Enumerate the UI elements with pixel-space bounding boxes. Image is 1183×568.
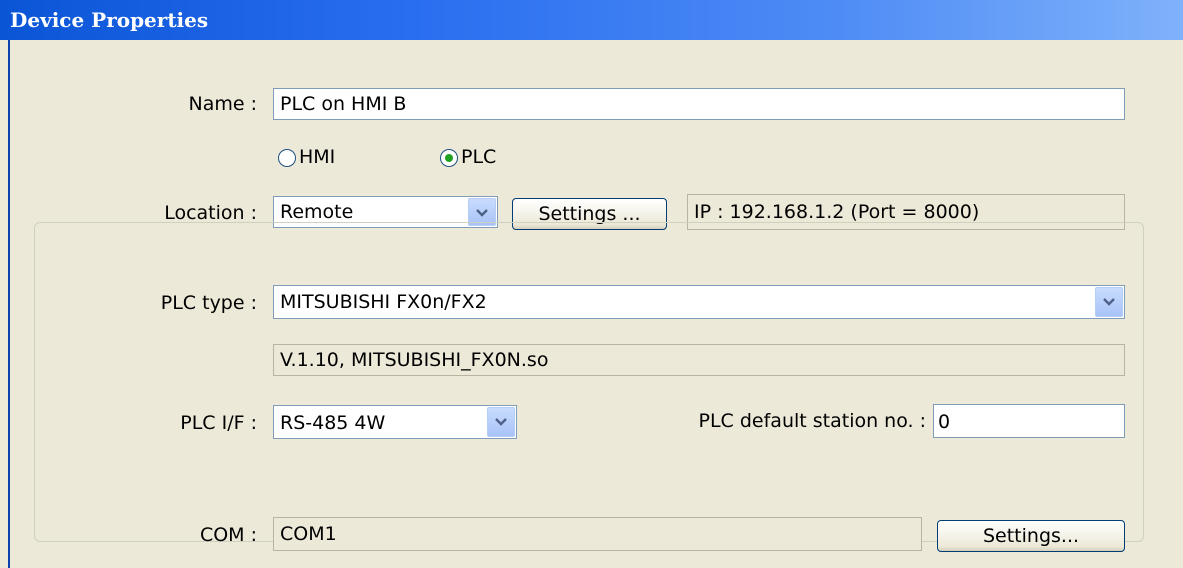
driver-info-field: V.1.10, MITSUBISHI_FX0N.so	[273, 344, 1125, 376]
plc-if-select[interactable]: RS-485 4W	[273, 405, 517, 439]
com-settings-button[interactable]: Settings...	[937, 520, 1125, 552]
plc-type-value: MITSUBISHI FX0n/FX2	[280, 291, 487, 313]
com-label: COM :	[199, 524, 257, 546]
radio-hmi[interactable]	[278, 149, 296, 167]
plc-type-label: PLC type :	[160, 292, 257, 314]
chevron-down-icon[interactable]	[487, 407, 515, 437]
com-field: COM1	[273, 517, 922, 551]
station-label: PLC default station no. :	[698, 410, 926, 432]
plc-group-box	[34, 222, 1144, 542]
window-title: Device Properties	[10, 8, 209, 32]
radio-hmi-label: HMI	[299, 146, 336, 168]
plc-if-label: PLC I/F :	[180, 412, 257, 434]
plc-type-select[interactable]: MITSUBISHI FX0n/FX2	[273, 285, 1125, 319]
radio-plc[interactable]	[440, 149, 458, 167]
name-label: Name :	[188, 93, 258, 115]
station-input[interactable]: 0	[933, 404, 1125, 438]
plc-if-value: RS-485 4W	[280, 412, 386, 434]
location-label: Location :	[164, 202, 257, 224]
radio-selected-dot	[445, 154, 453, 162]
radio-plc-label: PLC	[461, 146, 497, 168]
chevron-down-icon[interactable]	[1095, 287, 1123, 317]
name-input[interactable]: PLC on HMI B	[273, 88, 1125, 120]
title-bar: Device Properties	[0, 0, 1183, 40]
